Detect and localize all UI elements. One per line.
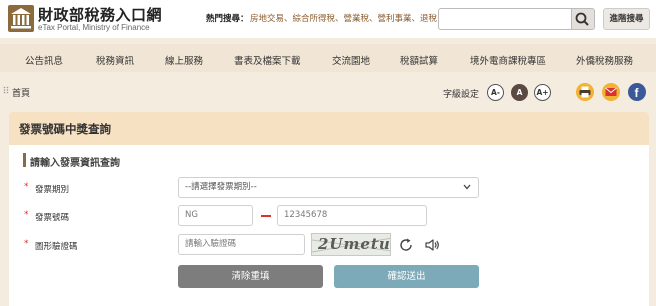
audio-captcha-icon[interactable] [423,236,441,254]
site-title[interactable]: 財政部稅務入口網 [38,4,162,25]
nav-item-tax-info[interactable]: 稅務資訊 [96,53,134,67]
period-label: 發票期別 [35,185,70,195]
font-size-label: 字級設定 [443,90,480,100]
refresh-captcha-icon[interactable] [397,236,415,254]
search-icon [575,12,589,26]
captcha-field[interactable]: 請輸入驗證碼 [178,234,305,255]
breadcrumb-anchor-icon [3,86,9,97]
nav-item-community[interactable]: 交流園地 [332,53,370,67]
page-title: 發票號碼中獎查詢 [19,122,111,136]
invoice-period-select[interactable]: --請選擇發票期別-- [178,177,479,198]
nav-item-forms-download[interactable]: 書表及檔案下載 [234,53,301,67]
site-header: 財政部稅務入口網 eTax Portal, Ministry of Financ… [0,0,656,38]
section-title: 請輸入發票資訊查詢 [30,158,120,169]
nav-item-announcements[interactable]: 公告訊息 [25,53,63,67]
invoice-lottery-panel: 發票號碼中獎查詢 請輸入發票資訊查詢 * 發票期別 --請選擇發票期別-- * … [9,112,649,306]
invoice-number-field[interactable]: 12345678 [277,205,427,226]
invoice-number-placeholder: 12345678 [284,210,328,220]
search-input[interactable] [438,8,572,30]
font-size-normal-button[interactable]: A [511,84,528,101]
panel-header: 發票號碼中獎查詢 [9,112,649,145]
font-size-smaller-button[interactable]: A- [487,84,504,101]
advanced-search-button[interactable]: 進階搜尋 [603,8,650,30]
captcha-label: 圖形驗證碼 [35,242,78,252]
invoice-prefix-field[interactable]: NG [178,205,253,226]
required-mark: * [24,210,29,220]
facebook-icon[interactable]: f [628,83,646,101]
site-subtitle: eTax Portal, Ministry of Finance [38,23,150,32]
search-button[interactable] [572,8,595,30]
captcha-image: 2Umetu [311,233,391,256]
submit-button[interactable]: 確認送出 [334,265,479,288]
email-icon[interactable] [602,83,620,101]
breadcrumb-home[interactable]: 首頁 [12,86,30,99]
font-size-larger-button[interactable]: A+ [534,84,551,101]
section-bar [23,153,26,167]
ministry-emblem-icon[interactable] [8,5,34,32]
nav-item-tax-calculator[interactable]: 稅額試算 [400,53,438,67]
hot-search-label: 熱門搜尋： [206,14,249,24]
print-icon[interactable] [576,83,594,101]
invoice-period-value: --請選擇發票期別-- [185,182,257,192]
number-separator [261,215,271,217]
required-mark: * [24,182,29,192]
required-mark: * [24,239,29,249]
nav-item-cross-border-ecommerce[interactable]: 境外電商課稅專區 [470,53,546,67]
hot-search-links[interactable]: 房地交易、綜合所得稅、營業稅、營利事業、退稅 [250,12,437,24]
svg-text:f: f [635,86,640,100]
captcha-placeholder: 請輸入驗證碼 [185,239,237,249]
main-nav: 公告訊息 稅務資訊 線上服務 書表及檔案下載 交流園地 稅額試算 境外電商課稅專… [0,44,656,72]
invoice-prefix-placeholder: NG [185,210,198,220]
clear-button[interactable]: 清除重填 [178,265,323,288]
number-label: 發票號碼 [35,213,70,223]
nav-item-online-services[interactable]: 線上服務 [165,53,203,67]
captcha-text: 2Umetu [318,235,391,253]
nav-item-foreigner-tax-services[interactable]: 外僑稅務服務 [576,53,633,67]
chevron-down-icon [463,184,471,190]
